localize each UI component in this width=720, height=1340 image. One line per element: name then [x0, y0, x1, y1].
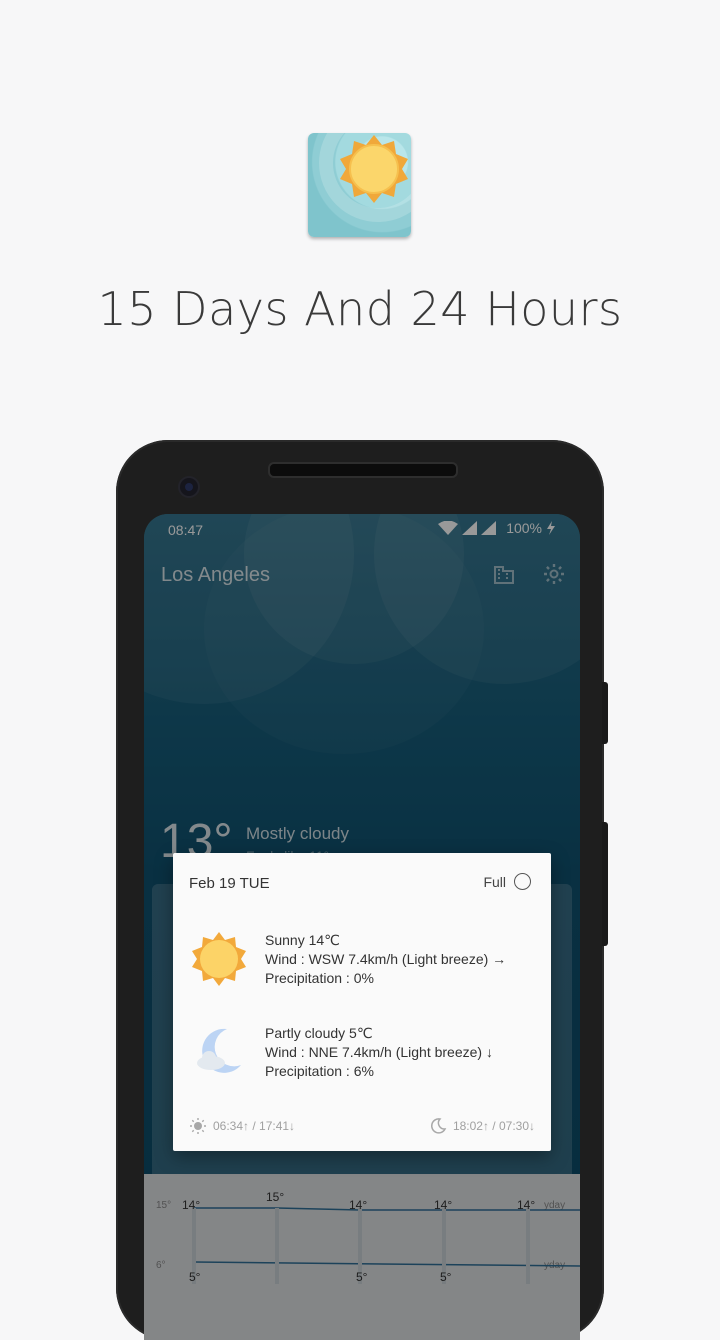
- dialog-date: Feb 19 TUE: [189, 875, 270, 892]
- phone-volume-button: [602, 822, 608, 946]
- full-label: Full: [483, 873, 506, 890]
- phone-power-button: [602, 682, 608, 744]
- night-forecast: Partly cloudy 5℃ Wind : NNE 7.4km/h (Lig…: [265, 1024, 493, 1081]
- phone-camera: [180, 478, 198, 496]
- night-summary: Partly cloudy 5℃: [265, 1025, 373, 1041]
- moonrise-moonset: 18:02↑ / 07:30↓: [429, 1117, 535, 1135]
- full-toggle[interactable]: Full: [483, 873, 531, 890]
- sun-logo-icon: [319, 133, 411, 222]
- moon-cloud-icon: [197, 1028, 241, 1073]
- day-detail-dialog: Feb 19 TUE Full Sunny 14℃ Wind : WSW 7.4…: [173, 853, 551, 1151]
- day-precipitation: Precipitation : 0%: [265, 970, 374, 986]
- day-forecast: Sunny 14℃ Wind : WSW 7.4km/h (Light bree…: [265, 931, 506, 988]
- day-wind: Wind : WSW 7.4km/h (Light breeze) →: [265, 951, 507, 967]
- sun-times: 06:34↑ / 17:41↓: [213, 1119, 296, 1133]
- night-wind: Wind : NNE 7.4km/h (Light breeze) ↓: [265, 1044, 493, 1060]
- sun-icon: [192, 932, 246, 986]
- full-radio[interactable]: [514, 873, 531, 890]
- phone-speaker: [268, 462, 458, 478]
- moon-times: 18:02↑ / 07:30↓: [452, 1119, 535, 1133]
- page-headline: 15 Days And 24 Hours: [97, 282, 623, 336]
- moon-small-icon: [430, 1118, 447, 1134]
- night-precipitation: Precipitation : 6%: [265, 1063, 374, 1079]
- app-icon: [308, 133, 411, 237]
- day-summary: Sunny 14℃: [265, 932, 340, 948]
- sun-small-icon: [190, 1118, 206, 1134]
- sunrise-sunset: 06:34↑ / 17:41↓: [189, 1117, 295, 1135]
